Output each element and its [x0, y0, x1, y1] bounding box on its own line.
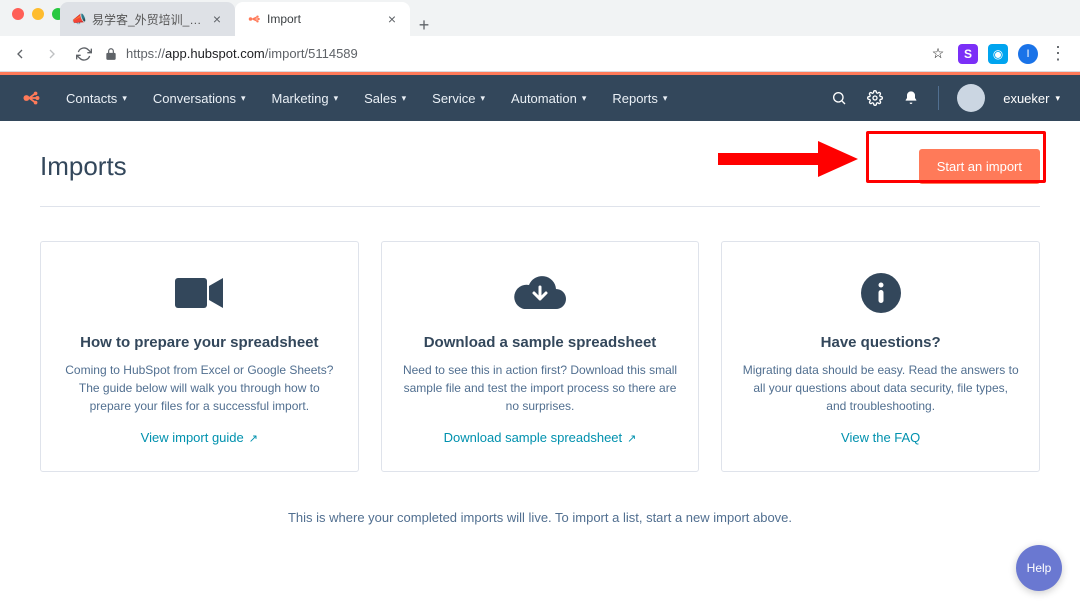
- view-import-guide-link[interactable]: View import guide: [141, 430, 258, 445]
- nav-menu: Contacts▾ Conversations▾ Marketing▾ Sale…: [66, 91, 830, 106]
- download-sample-link[interactable]: Download sample spreadsheet: [444, 430, 637, 445]
- nav-marketing[interactable]: Marketing▾: [271, 91, 338, 106]
- card-prepare: How to prepare your spreadsheet Coming t…: [40, 241, 359, 472]
- profile-badge[interactable]: I: [1018, 44, 1038, 64]
- browser-menu[interactable]: ⋮: [1048, 44, 1068, 64]
- tab-label-0: 易学客_外贸培训_外贸业务培训: [92, 11, 205, 28]
- page-content: Imports Start an import How to prepare y…: [0, 121, 1080, 525]
- browser-tab-1[interactable]: Import ×: [235, 2, 410, 36]
- card-download: Download a sample spreadsheet Need to se…: [381, 241, 700, 472]
- nav-automation[interactable]: Automation▾: [511, 91, 586, 106]
- empty-state-message: This is where your completed imports wil…: [40, 510, 1040, 525]
- card-desc: Coming to HubSpot from Excel or Google S…: [61, 361, 338, 415]
- nav-sales[interactable]: Sales▾: [364, 91, 406, 106]
- nav-conversations[interactable]: Conversations▾: [153, 91, 246, 106]
- nav-reload[interactable]: [72, 46, 96, 62]
- video-icon: [61, 270, 338, 316]
- nav-contacts[interactable]: Contacts▾: [66, 91, 127, 106]
- card-title: Have questions?: [742, 334, 1019, 351]
- card-desc: Migrating data should be easy. Read the …: [742, 361, 1019, 415]
- nav-back[interactable]: [8, 46, 32, 62]
- cloud-download-icon: [402, 270, 679, 316]
- url-text: https://app.hubspot.com/import/5114589: [126, 46, 358, 61]
- browser-chrome: 📣 易学客_外贸培训_外贸业务培训 × Import × + https://a…: [0, 0, 1080, 72]
- star-icon[interactable]: ☆: [928, 44, 948, 64]
- annotation-arrow: [718, 141, 858, 177]
- browser-tab-0[interactable]: 📣 易学客_外贸培训_外贸业务培训 ×: [60, 2, 235, 36]
- window-close[interactable]: [12, 8, 24, 20]
- info-icon: [742, 270, 1019, 316]
- card-desc: Need to see this in action first? Downlo…: [402, 361, 679, 415]
- new-tab-button[interactable]: +: [410, 15, 438, 36]
- hubspot-logo[interactable]: [20, 87, 42, 109]
- search-icon[interactable]: [830, 89, 848, 107]
- user-avatar[interactable]: [957, 84, 985, 112]
- page-header: Imports Start an import: [40, 149, 1040, 207]
- tab-close-1[interactable]: ×: [386, 11, 398, 27]
- tab-favicon-0: 📣: [72, 12, 86, 26]
- external-link-icon: [627, 430, 636, 445]
- nav-service[interactable]: Service▾: [432, 91, 485, 106]
- nav-right: exueker▾: [830, 84, 1060, 112]
- page-title: Imports: [40, 151, 127, 182]
- nav-reports[interactable]: Reports▾: [612, 91, 667, 106]
- url-box[interactable]: https://app.hubspot.com/import/5114589: [104, 40, 920, 68]
- card-faq: Have questions? Migrating data should be…: [721, 241, 1040, 472]
- nav-divider: [938, 86, 939, 110]
- tab-label-1: Import: [267, 12, 380, 26]
- help-button[interactable]: Help: [1016, 545, 1062, 591]
- card-title: How to prepare your spreadsheet: [61, 334, 338, 351]
- hubspot-nav: Contacts▾ Conversations▾ Marketing▾ Sale…: [0, 75, 1080, 121]
- bell-icon[interactable]: [902, 89, 920, 107]
- external-link-icon: [249, 430, 258, 445]
- tab-favicon-1: [247, 12, 261, 26]
- card-title: Download a sample spreadsheet: [402, 334, 679, 351]
- extension-grammarly[interactable]: ◉: [988, 44, 1008, 64]
- nav-forward[interactable]: [40, 46, 64, 62]
- lock-icon: [104, 47, 118, 61]
- toolbar-right: ☆ S ◉ I ⋮: [928, 44, 1072, 64]
- start-import-button[interactable]: Start an import: [919, 149, 1040, 184]
- tab-close-0[interactable]: ×: [211, 11, 223, 27]
- address-bar-row: https://app.hubspot.com/import/5114589 ☆…: [0, 36, 1080, 72]
- tab-strip: 📣 易学客_外贸培训_外贸业务培训 × Import × +: [0, 0, 1080, 36]
- user-menu[interactable]: exueker▾: [1003, 91, 1060, 106]
- extension-s[interactable]: S: [958, 44, 978, 64]
- view-faq-link[interactable]: View the FAQ: [841, 430, 920, 445]
- info-cards: How to prepare your spreadsheet Coming t…: [40, 241, 1040, 472]
- settings-icon[interactable]: [866, 89, 884, 107]
- window-minimize[interactable]: [32, 8, 44, 20]
